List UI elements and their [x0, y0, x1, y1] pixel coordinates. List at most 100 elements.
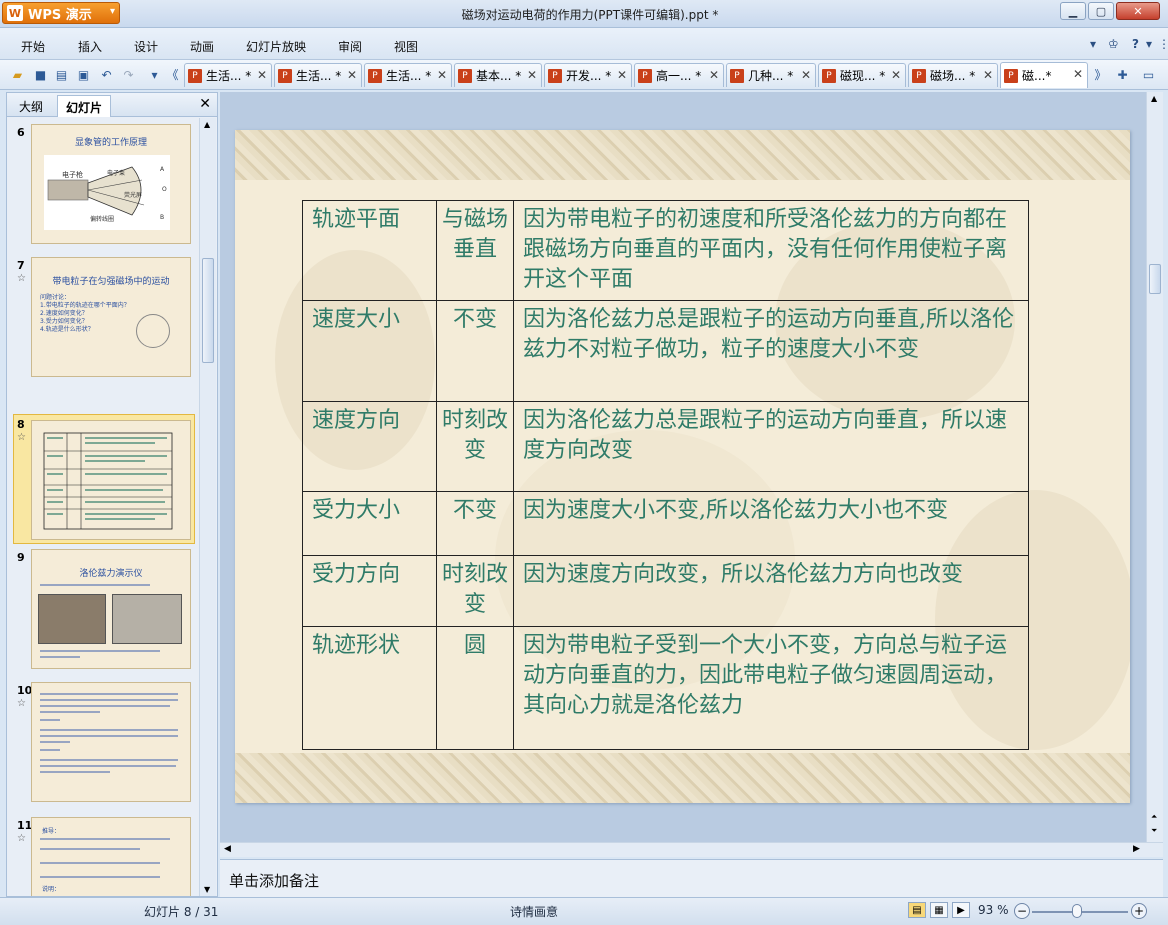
tab-list-icon[interactable]: ▭	[1140, 66, 1157, 83]
thumb-line: 1.带电粒子的轨迹在哪个平面内？	[40, 302, 130, 309]
close-tab-icon[interactable]: ✕	[257, 68, 267, 82]
doc-tab-7[interactable]: P 几种... * ✕	[726, 63, 816, 87]
thumb-label: 荧光屏	[124, 191, 142, 199]
normal-view-icon[interactable]: ▤	[908, 902, 926, 918]
thumb-number: 7	[17, 259, 25, 272]
menu-view[interactable]: 视图	[394, 38, 418, 55]
doc-tab-8[interactable]: P 磁现... * ✕	[818, 63, 906, 87]
thumbnail-slide-7[interactable]: 带电粒子在匀强磁场中的运动 问题讨论： 1.带电粒子的轨迹在哪个平面内？ 2.速…	[31, 257, 191, 377]
scroll-up-icon[interactable]: ▲	[1151, 94, 1157, 103]
redo-icon[interactable]: ↷	[120, 66, 137, 83]
table-cell-item: 速度方向	[302, 401, 437, 492]
table-cell-item: 受力方向	[302, 555, 437, 627]
thumb-line: 4.轨迹是什么形状？	[40, 326, 94, 333]
tab-slides[interactable]: 幻灯片	[57, 95, 112, 117]
menu-review[interactable]: 审阅	[338, 38, 362, 55]
apparatus-photo	[38, 594, 106, 644]
doc-tab-6[interactable]: P 高一... * ✕	[634, 63, 724, 87]
tab-outline[interactable]: 大纲	[11, 95, 51, 117]
thumb-label: B	[160, 214, 164, 221]
table-cell-reason: 因为速度方向改变，所以洛伦兹力方向也改变	[513, 555, 1029, 627]
menu-design[interactable]: 设计	[134, 38, 158, 55]
slide-panel: 大纲 幻灯片 ✕ 6 显象管的工作原理 电子枪 电子束 荧光屏 偏转线圈 A O…	[6, 92, 218, 897]
doc-tab-1[interactable]: P 生活... * ✕	[184, 63, 272, 87]
collapse-ribbon-icon[interactable]: ▾	[1090, 37, 1096, 51]
help-icon[interactable]: ?	[1132, 37, 1139, 51]
skin-icon[interactable]: ♔	[1108, 37, 1119, 51]
ppt-file-icon: P	[458, 68, 472, 83]
close-tab-icon[interactable]: ✕	[983, 68, 993, 82]
scroll-right-icon[interactable]: ▶	[1133, 844, 1140, 854]
wps-menu-button[interactable]: W WPS 演示 ▾	[2, 2, 120, 24]
window-title: 磁场对运动电荷的作用力(PPT课件可编辑).ppt *	[461, 8, 719, 22]
close-panel-icon[interactable]: ✕	[199, 96, 211, 112]
close-tab-icon[interactable]: ✕	[891, 68, 901, 82]
thumbnail-slide-11[interactable]: 推导： 说明：	[31, 817, 191, 896]
doc-tab-9[interactable]: P 磁场... * ✕	[908, 63, 998, 87]
doc-tab-4[interactable]: P 基本... * ✕	[454, 63, 542, 87]
tab-scroll-left-icon[interactable]: 《	[164, 66, 181, 83]
doc-tab-active[interactable]: P 磁...* ✕	[1000, 62, 1088, 88]
table-cell-item: 轨迹平面	[302, 200, 437, 301]
menu-animation[interactable]: 动画	[190, 38, 214, 55]
thumbnail-slide-6[interactable]: 显象管的工作原理 电子枪 电子束 荧光屏 偏转线圈 A O B	[31, 124, 191, 244]
new-tab-icon[interactable]: ✚	[1114, 66, 1131, 83]
menu-slideshow[interactable]: 幻灯片放映	[246, 38, 306, 55]
table-cell-result: 圆	[436, 626, 514, 750]
close-window-button[interactable]: ✕	[1116, 2, 1160, 20]
close-tab-icon[interactable]: ✕	[1073, 67, 1083, 81]
table-row: 速度大小 不变 因为洛伦兹力总是跟粒子的运动方向垂直,所以洛伦兹力不对粒子做功，…	[302, 300, 1029, 402]
thumbnail-scrollbar[interactable]: ▲ ▼	[199, 118, 216, 896]
close-tab-icon[interactable]: ✕	[801, 68, 811, 82]
next-slide-icon[interactable]: ⏷	[1151, 826, 1157, 836]
editor-horizontal-scrollbar[interactable]: ◀ ▶	[220, 842, 1163, 857]
close-tab-icon[interactable]: ✕	[709, 68, 719, 82]
ppt-file-icon: P	[368, 68, 382, 83]
scroll-up-icon[interactable]: ▲	[204, 120, 210, 129]
title-bar: W WPS 演示 ▾ 磁场对运动电荷的作用力(PPT课件可编辑).ppt * ▁…	[0, 0, 1168, 28]
scroll-thumb[interactable]	[1149, 264, 1161, 294]
status-bar: 幻灯片 8 / 31 诗情画意 ▤ ▦ ▶ 93 % − +	[0, 897, 1168, 925]
thumbnail-slide-9[interactable]: 洛伦兹力演示仪	[31, 549, 191, 669]
customize-toolbar-icon[interactable]: ▾	[146, 66, 163, 83]
save-icon[interactable]: ■	[32, 66, 49, 83]
maximize-button[interactable]: ▢	[1088, 2, 1114, 20]
print-preview-icon[interactable]: ▣	[75, 66, 92, 83]
notes-pane[interactable]: 单击添加备注	[220, 859, 1163, 897]
crt-diagram-icon: 电子枪 电子束 荧光屏 偏转线圈 A O B	[44, 155, 170, 230]
menu-home[interactable]: 开始	[21, 38, 45, 55]
thumb-number: 6	[17, 126, 25, 139]
doc-tab-2[interactable]: P 生活... * ✕	[274, 63, 362, 87]
zoom-out-icon[interactable]: −	[1014, 903, 1030, 919]
print-icon[interactable]: ▤	[53, 66, 70, 83]
ribbon-options-icon[interactable]: ⋮	[1158, 37, 1168, 51]
slide-sorter-icon[interactable]: ▦	[930, 902, 948, 918]
close-tab-icon[interactable]: ✕	[347, 68, 357, 82]
help-dropdown-icon[interactable]: ▾	[1146, 37, 1152, 51]
zoom-slider-handle[interactable]	[1072, 904, 1082, 918]
tab-scroll-right-icon[interactable]: 》	[1092, 66, 1109, 83]
zoom-in-icon[interactable]: +	[1131, 903, 1147, 919]
scroll-down-icon[interactable]: ▼	[204, 885, 210, 894]
minimize-button[interactable]: ▁	[1060, 2, 1086, 20]
table-row: 轨迹平面 与磁场垂直 因为带电粒子的初速度和所受洛伦兹力的方向都在跟磁场方向垂直…	[302, 200, 1029, 301]
scroll-left-icon[interactable]: ◀	[224, 844, 231, 854]
prev-slide-icon[interactable]: ⏶	[1151, 812, 1157, 822]
table-cell-result: 时刻改变	[436, 555, 514, 627]
thumbnail-slide-10[interactable]	[31, 682, 191, 802]
thumbnail-slide-8[interactable]	[31, 420, 191, 540]
undo-icon[interactable]: ↶	[98, 66, 115, 83]
menu-insert[interactable]: 插入	[78, 38, 102, 55]
slideshow-view-icon[interactable]: ▶	[952, 902, 970, 918]
doc-tab-3[interactable]: P 生活... * ✕	[364, 63, 452, 87]
close-tab-icon[interactable]: ✕	[527, 68, 537, 82]
open-folder-icon[interactable]: ▰	[9, 66, 26, 83]
editor-vertical-scrollbar[interactable]: ▲ ⏶ ⏷	[1146, 92, 1163, 842]
current-slide[interactable]: 轨迹平面 与磁场垂直 因为带电粒子的初速度和所受洛伦兹力的方向都在跟磁场方向垂直…	[235, 130, 1130, 803]
close-tab-icon[interactable]: ✕	[437, 68, 447, 82]
doc-tab-5[interactable]: P 开发... * ✕	[544, 63, 632, 87]
ppt-file-icon: P	[278, 68, 292, 83]
table-row: 轨迹形状 圆 因为带电粒子受到一个大小不变，方向总与粒子运动方向垂直的力，因此带…	[302, 626, 1029, 750]
scroll-thumb[interactable]	[202, 258, 214, 363]
close-tab-icon[interactable]: ✕	[617, 68, 627, 82]
